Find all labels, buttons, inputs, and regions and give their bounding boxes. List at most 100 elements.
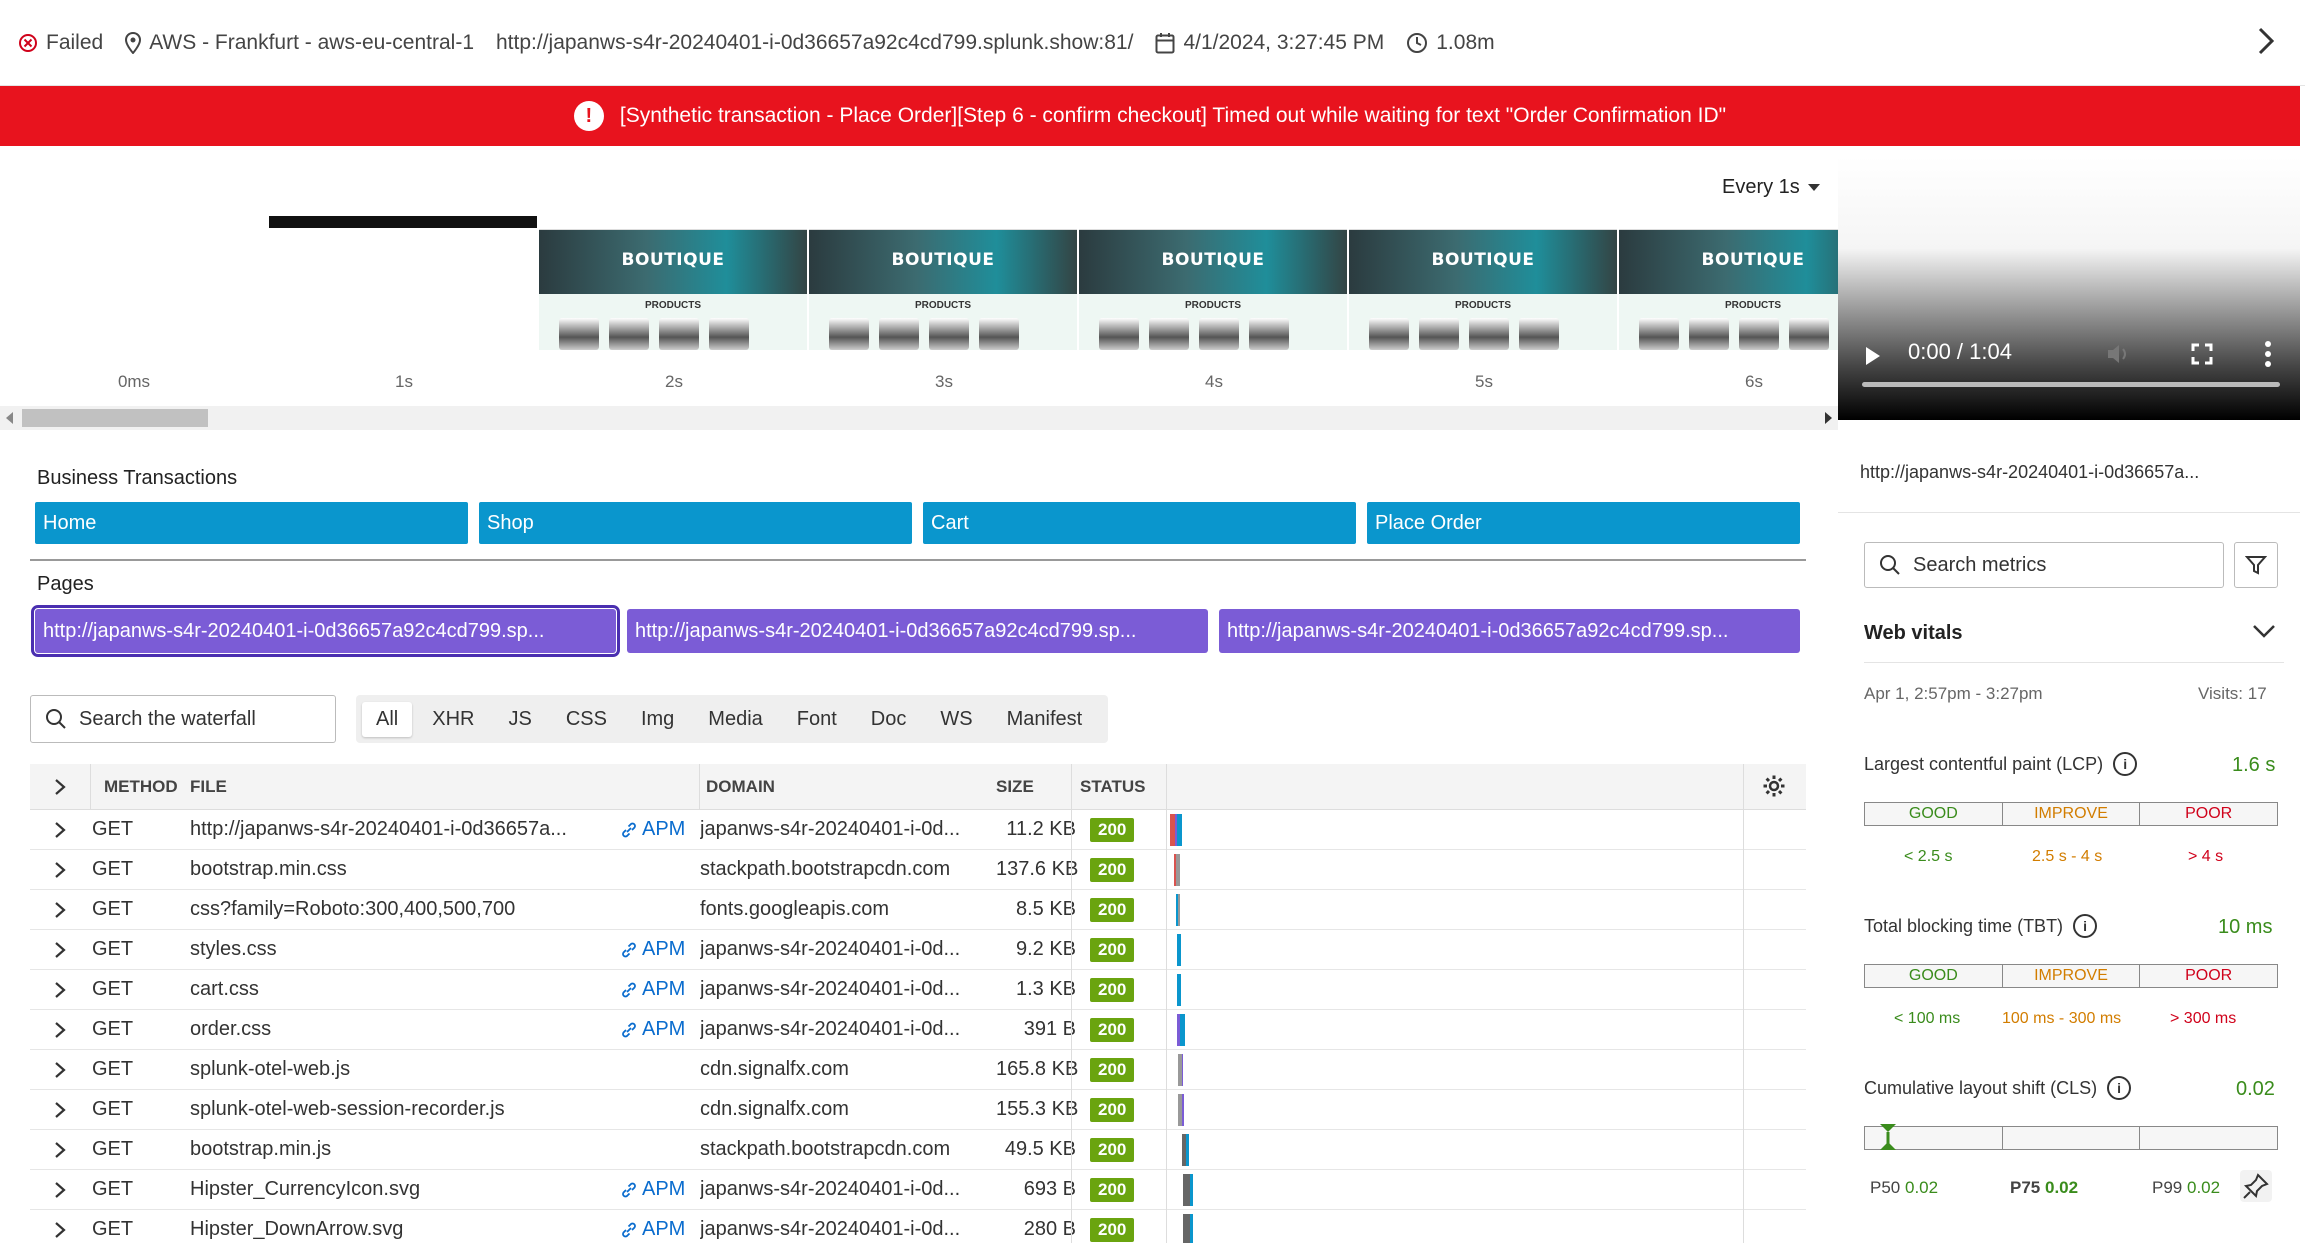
waterfall-bar[interactable]	[1180, 1014, 1185, 1046]
volume-icon[interactable]	[2106, 342, 2132, 366]
table-row[interactable]: GET order.css APM japanws-s4r-20240401-i-0d…	[30, 1010, 1806, 1050]
waterfall-bar[interactable]	[1177, 814, 1182, 846]
filmstrip-frame[interactable]: BOUTIQUE PRODUCTS	[539, 216, 807, 362]
chevron-right-icon[interactable]	[30, 1181, 90, 1199]
table-row[interactable]: GET bootstrap.min.js stackpath.bootstrapcd…	[30, 1130, 1806, 1170]
filter-doc[interactable]: Doc	[857, 702, 921, 737]
waterfall-bar[interactable]	[1183, 1174, 1190, 1206]
table-row[interactable]: GET cart.css APM japanws-s4r-20240401-i-0d.…	[30, 970, 1806, 1010]
filmstrip-frame[interactable]	[269, 216, 537, 362]
filmstrip-frame[interactable]: BOUTIQUE PRODUCTS	[1619, 216, 1838, 362]
resource-type-filter[interactable]: All XHR JS CSS Img Media Font Doc WS Man…	[356, 695, 1109, 743]
session-video-player[interactable]: 0:00 / 1:04	[1838, 156, 2300, 420]
waterfall-bar[interactable]	[1177, 934, 1181, 966]
metrics-search-input[interactable]: Search metrics	[1864, 542, 2224, 588]
table-row[interactable]: GET css?family=Roboto:300,400,500,700 font…	[30, 890, 1806, 930]
table-row[interactable]: GET bootstrap.min.css stackpath.bootstrapc…	[30, 850, 1806, 890]
chevron-right-icon[interactable]	[30, 861, 90, 879]
expand-all-icon[interactable]	[30, 778, 90, 796]
filter-button[interactable]	[2234, 542, 2278, 588]
chevron-right-icon[interactable]	[30, 1021, 90, 1039]
waterfall-bar[interactable]	[1176, 854, 1180, 886]
scale-poor: POOR	[2185, 805, 2233, 822]
column-domain[interactable]: DOMAIN	[706, 777, 996, 797]
filmstrip-frame[interactable]	[0, 216, 268, 362]
filmstrip-frame[interactable]: BOUTIQUE PRODUCTS	[809, 216, 1077, 362]
scroll-right-icon[interactable]	[1825, 412, 1832, 424]
scrollbar-thumb[interactable]	[22, 409, 208, 427]
column-file[interactable]: FILE	[190, 777, 706, 797]
filter-img[interactable]: Img	[627, 702, 688, 737]
waterfall-bar[interactable]	[1190, 1214, 1193, 1243]
column-status[interactable]: STATUS	[1080, 777, 1170, 797]
info-icon[interactable]: i	[2107, 1076, 2132, 1100]
apm-link[interactable]: APM	[620, 818, 700, 841]
chevron-right-icon[interactable]	[30, 821, 90, 839]
filter-media[interactable]: Media	[694, 702, 776, 737]
table-row[interactable]: GET http://japanws-s4r-20240401-i-0d36657…	[30, 810, 1806, 850]
filter-ws[interactable]: WS	[926, 702, 986, 737]
interval-dropdown[interactable]: Every 1s	[1722, 176, 1820, 199]
waterfall-bar[interactable]	[1186, 1134, 1189, 1166]
request-size: 11.2 KB	[1006, 818, 1076, 840]
tbt-value: 10 ms	[2218, 916, 2273, 938]
page-tab[interactable]: http://japanws-s4r-20240401-i-0d36657a92…	[627, 609, 1208, 653]
request-size: 49.5 KB	[1004, 1138, 1076, 1160]
waterfall-bar[interactable]	[1182, 1054, 1183, 1086]
chevron-right-icon[interactable]	[30, 1061, 90, 1079]
waterfall-bar[interactable]	[1183, 1214, 1190, 1243]
video-progress-bar[interactable]	[1862, 382, 2280, 387]
table-row[interactable]: GET Hipster_CurrencyIcon.svg APM japanws-s4…	[30, 1170, 1806, 1210]
table-row[interactable]: GET Hipster_DownArrow.svg APM japanws-s4r-2…	[30, 1210, 1806, 1243]
business-transaction-shop[interactable]: Shop	[479, 502, 912, 544]
filter-manifest[interactable]: Manifest	[993, 702, 1097, 737]
business-transaction-home[interactable]: Home	[35, 502, 468, 544]
filmstrip-frame[interactable]: BOUTIQUE PRODUCTS	[1349, 216, 1617, 362]
waterfall-search-input[interactable]: Search the waterfall	[30, 695, 336, 743]
table-row[interactable]: GET styles.css APM japanws-s4r-20240401-i-0…	[30, 930, 1806, 970]
gear-icon[interactable]	[1762, 774, 1786, 798]
pin-icon[interactable]	[2240, 1170, 2272, 1202]
chevron-right-icon[interactable]	[30, 1221, 90, 1239]
page-tab[interactable]: http://japanws-s4r-20240401-i-0d36657a92…	[31, 605, 620, 657]
chevron-right-icon[interactable]	[30, 1141, 90, 1159]
info-icon[interactable]: i	[2113, 752, 2138, 776]
waterfall-bar[interactable]	[1190, 1174, 1193, 1206]
filter-css[interactable]: CSS	[552, 702, 621, 737]
waterfall-bar[interactable]	[1177, 974, 1181, 1006]
info-icon[interactable]: i	[2073, 914, 2098, 938]
table-row[interactable]: GET splunk-otel-web-session-recorder.js cd…	[30, 1090, 1806, 1130]
apm-link[interactable]: APM	[620, 938, 700, 961]
filter-js[interactable]: JS	[494, 702, 545, 737]
filmstrip-frame[interactable]: BOUTIQUE PRODUCTS	[1079, 216, 1347, 362]
chevron-right-icon[interactable]	[30, 981, 90, 999]
page-tab[interactable]: http://japanws-s4r-20240401-i-0d36657a92…	[1219, 609, 1800, 653]
chevron-right-icon[interactable]	[2257, 26, 2275, 56]
scale-good: GOOD	[1865, 965, 2003, 987]
chevron-right-icon[interactable]	[30, 1101, 90, 1119]
chevron-right-icon[interactable]	[30, 941, 90, 959]
filmstrip[interactable]: BOUTIQUE PRODUCTS BOUTIQUE PRODUCTS BOUT…	[0, 216, 1838, 362]
filmstrip-scrollbar[interactable]	[0, 406, 1838, 430]
filter-all[interactable]: All	[362, 701, 413, 737]
filter-font[interactable]: Font	[783, 702, 851, 737]
apm-link[interactable]: APM	[620, 978, 700, 1001]
waterfall-bar[interactable]	[1182, 1094, 1184, 1126]
table-row[interactable]: GET splunk-otel-web.js cdn.signalfx.com 165…	[30, 1050, 1806, 1090]
chevron-right-icon[interactable]	[30, 901, 90, 919]
request-domain: japanws-s4r-20240401-i-0d...	[700, 1178, 961, 1200]
fullscreen-icon[interactable]	[2191, 343, 2213, 365]
filter-xhr[interactable]: XHR	[418, 702, 488, 737]
chevron-down-icon[interactable]	[2252, 622, 2276, 640]
play-icon[interactable]	[1866, 347, 1880, 365]
apm-link[interactable]: APM	[620, 1178, 700, 1201]
more-options-icon[interactable]	[2264, 340, 2272, 368]
apm-link[interactable]: APM	[620, 1018, 700, 1041]
waterfall-bar[interactable]	[1178, 894, 1180, 926]
business-transaction-place-order[interactable]: Place Order	[1367, 502, 1800, 544]
business-transaction-cart[interactable]: Cart	[923, 502, 1356, 544]
scroll-left-icon[interactable]	[6, 412, 13, 424]
apm-link[interactable]: APM	[620, 1218, 700, 1241]
failed-icon	[19, 33, 37, 52]
column-size[interactable]: SIZE	[996, 777, 1080, 797]
